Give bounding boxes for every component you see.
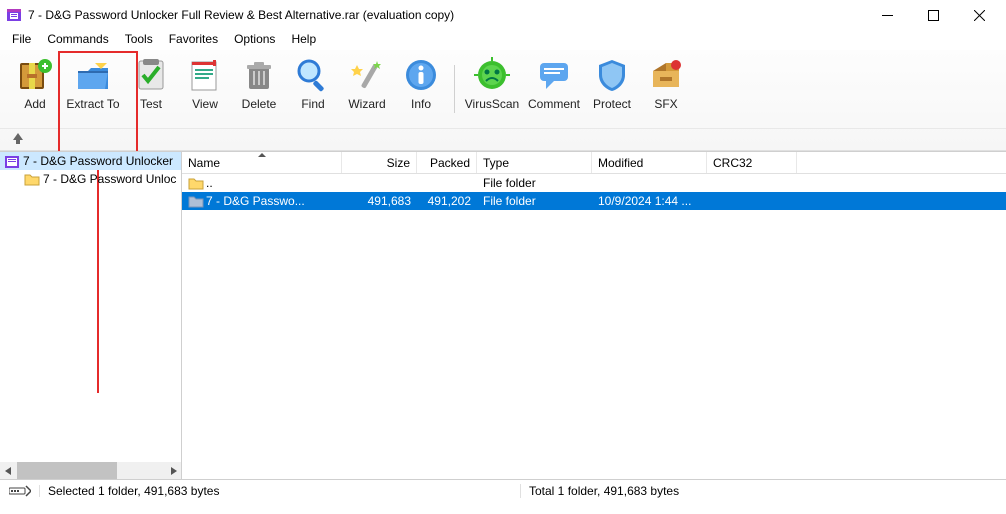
list-row[interactable]: .. File folder <box>182 174 1006 192</box>
wizard-button[interactable]: Wizard <box>340 53 394 125</box>
scroll-left-button[interactable] <box>0 462 17 479</box>
column-packed[interactable]: Packed <box>417 152 477 173</box>
folder-tree[interactable]: 7 - D&G Password Unlocker 7 - D&G Passwor… <box>0 152 182 479</box>
protect-label: Protect <box>593 97 631 111</box>
minimize-button[interactable] <box>864 0 910 30</box>
find-button[interactable]: Find <box>286 53 340 125</box>
row-name: .. <box>206 176 213 190</box>
tree-item[interactable]: 7 - D&G Password Unlocker <box>0 152 181 170</box>
column-modified[interactable]: Modified <box>592 152 707 173</box>
delete-icon <box>241 57 277 93</box>
menu-file[interactable]: File <box>4 30 39 50</box>
column-size[interactable]: Size <box>342 152 417 173</box>
extract-to-button[interactable]: Extract To <box>62 53 124 125</box>
archive-icon <box>4 153 20 169</box>
toolbar: Add Extract To Test View Delete <box>0 50 1006 128</box>
list-header: Name Size Packed Type Modified CRC32 <box>182 152 1006 174</box>
row-type: File folder <box>477 194 592 208</box>
comment-button[interactable]: Comment <box>523 53 585 125</box>
row-name: 7 - D&G Passwo... <box>206 194 305 208</box>
menu-tools[interactable]: Tools <box>117 30 161 50</box>
info-label: Info <box>411 97 431 111</box>
view-button[interactable]: View <box>178 53 232 125</box>
folder-icon <box>188 193 204 209</box>
row-type: File folder <box>477 176 592 190</box>
winrar-app-icon <box>6 7 22 23</box>
tree-item-label: 7 - D&G Password Unloc <box>43 172 176 186</box>
close-button[interactable] <box>956 0 1002 30</box>
toolbar-separator <box>454 65 455 113</box>
status-security-icon <box>0 485 40 497</box>
virusscan-button[interactable]: VirusScan <box>461 53 523 125</box>
virus-label: VirusScan <box>465 97 519 111</box>
wizard-icon <box>349 57 385 93</box>
comment-label: Comment <box>528 97 580 111</box>
window-title: 7 - D&G Password Unlocker Full Review & … <box>28 8 864 22</box>
column-type[interactable]: Type <box>477 152 592 173</box>
column-name[interactable]: Name <box>182 152 342 173</box>
info-button[interactable]: Info <box>394 53 448 125</box>
protect-button[interactable]: Protect <box>585 53 639 125</box>
window-controls <box>864 0 1002 30</box>
menu-favorites[interactable]: Favorites <box>161 30 226 50</box>
virus-icon <box>474 57 510 93</box>
menu-options[interactable]: Options <box>226 30 283 50</box>
row-modified: 10/9/2024 1:44 ... <box>592 194 707 208</box>
wizard-label: Wizard <box>348 97 385 111</box>
find-icon <box>295 57 331 93</box>
sfx-icon <box>648 57 684 93</box>
status-selected: Selected 1 folder, 491,683 bytes <box>40 484 520 498</box>
add-icon <box>17 57 53 93</box>
delete-label: Delete <box>242 97 277 111</box>
view-label: View <box>192 97 218 111</box>
folder-icon <box>24 171 40 187</box>
info-icon <box>403 57 439 93</box>
menu-commands[interactable]: Commands <box>39 30 116 50</box>
menu-bar: File Commands Tools Favorites Options He… <box>0 30 1006 50</box>
column-crc32[interactable]: CRC32 <box>707 152 797 173</box>
file-list[interactable]: Name Size Packed Type Modified CRC32 .. F… <box>182 152 1006 479</box>
maximize-button[interactable] <box>910 0 956 30</box>
tree-item-label: 7 - D&G Password Unlocker <box>23 154 173 168</box>
nav-up-button[interactable] <box>12 131 24 149</box>
toolbar-area: Add Extract To Test View Delete <box>0 50 1006 151</box>
sfx-button[interactable]: SFX <box>639 53 693 125</box>
sfx-label: SFX <box>654 97 677 111</box>
tree-item[interactable]: 7 - D&G Password Unloc <box>0 170 181 188</box>
add-label: Add <box>24 97 45 111</box>
scroll-right-button[interactable] <box>164 462 181 479</box>
comment-icon <box>536 57 572 93</box>
find-label: Find <box>301 97 324 111</box>
extract-label: Extract To <box>66 97 119 111</box>
window-titlebar: 7 - D&G Password Unlocker Full Review & … <box>0 0 1006 30</box>
extract-icon <box>75 57 111 93</box>
delete-button[interactable]: Delete <box>232 53 286 125</box>
folder-icon <box>188 175 204 191</box>
scroll-thumb[interactable] <box>17 462 117 479</box>
view-icon <box>187 57 223 93</box>
row-packed: 491,202 <box>417 194 477 208</box>
status-total: Total 1 folder, 491,683 bytes <box>520 484 1006 498</box>
test-button[interactable]: Test <box>124 53 178 125</box>
status-bar: Selected 1 folder, 491,683 bytes Total 1… <box>0 479 1006 501</box>
main-split: 7 - D&G Password Unlocker 7 - D&G Passwor… <box>0 151 1006 479</box>
scroll-track[interactable] <box>17 462 164 479</box>
row-size: 491,683 <box>342 194 417 208</box>
test-icon <box>133 57 169 93</box>
list-row[interactable]: 7 - D&G Passwo... 491,683491,202File fold… <box>182 192 1006 210</box>
test-label: Test <box>140 97 162 111</box>
tree-horizontal-scrollbar[interactable] <box>0 462 181 479</box>
add-button[interactable]: Add <box>8 53 62 125</box>
nav-up-row <box>0 128 1006 150</box>
menu-help[interactable]: Help <box>283 30 324 50</box>
protect-icon <box>594 57 630 93</box>
